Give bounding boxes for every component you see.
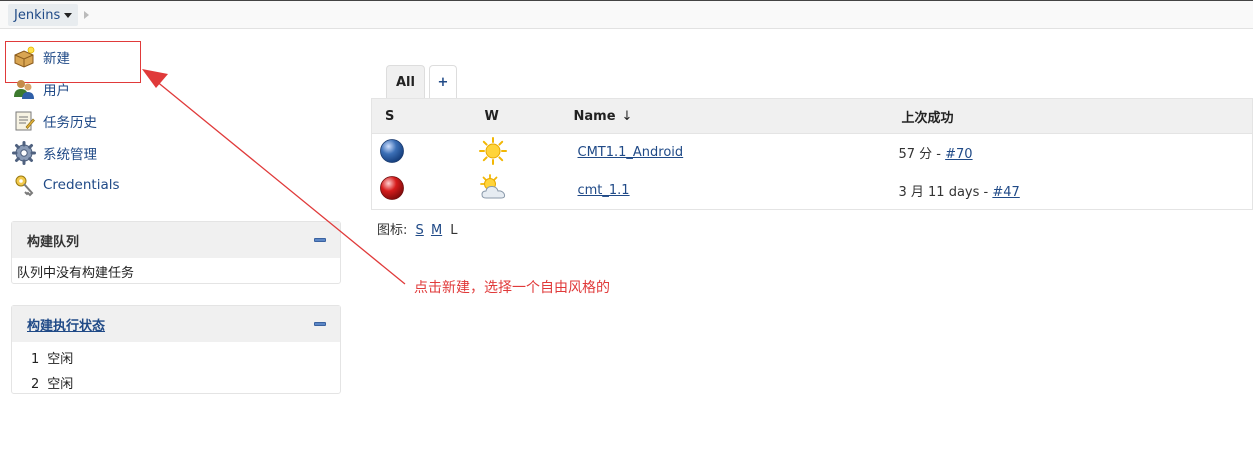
task-manage-jenkins[interactable]: 系统管理 [12, 141, 97, 165]
task-users[interactable]: 用户 [12, 77, 70, 101]
breadcrumb-jenkins[interactable]: Jenkins [8, 4, 79, 26]
credentials-icon [15, 175, 34, 197]
icon-size-label: 图标: [377, 223, 408, 238]
breadcrumb-bar: Jenkins [0, 0, 1253, 29]
table-row: CMT1.1_Android 57 分 - #70 [372, 134, 1253, 172]
task-credentials[interactable]: Credentials [12, 173, 120, 197]
executors-pane: 构建执行状态 1 空闲 2 空闲 [11, 305, 341, 394]
executor-row: 2 空闲 [12, 370, 340, 395]
task-credentials-label: Credentials [43, 177, 120, 193]
build-link[interactable]: #47 [992, 185, 1019, 200]
annotation-text: 点击新建，选择一个自由风格的 [414, 280, 610, 296]
tab-add-view[interactable]: + [429, 65, 457, 99]
column-header-weather[interactable]: W [472, 98, 563, 134]
executor-status: 空闲 [47, 377, 74, 392]
status-red-ball-icon [380, 176, 404, 201]
collapse-icon[interactable] [314, 238, 326, 242]
build-queue-empty-text: 队列中没有构建任务 [17, 266, 135, 281]
icon-size-large-current: L [450, 223, 458, 238]
new-item-icon [14, 46, 35, 68]
build-queue-pane: 构建队列 队列中没有构建任务 [11, 221, 341, 284]
task-manage-jenkins-label: 系统管理 [43, 147, 97, 163]
task-new-item[interactable]: 新建 [12, 45, 70, 69]
column-header-last-success[interactable]: 上次成功 [891, 98, 1253, 134]
history-icon [15, 111, 35, 131]
status-blue-ball-icon [380, 138, 404, 163]
tab-all[interactable]: All [386, 65, 425, 99]
icon-size-medium-link[interactable]: M [431, 223, 442, 238]
executors-header: 构建执行状态 [12, 306, 340, 342]
weather-partly-cloudy-icon [479, 174, 505, 199]
task-build-history-label: 任务历史 [43, 115, 97, 131]
executor-number: 1 [31, 352, 40, 367]
executor-number: 2 [31, 377, 40, 392]
weather-sunny-icon [478, 136, 507, 165]
gear-icon [12, 141, 36, 165]
job-link[interactable]: CMT1.1_Android [578, 145, 684, 160]
breadcrumb-jenkins-label: Jenkins [14, 7, 61, 23]
build-queue-body: 队列中没有构建任务 [12, 258, 340, 285]
chevron-down-icon[interactable] [64, 12, 73, 18]
column-header-name[interactable]: Name ↓ [562, 98, 892, 134]
task-build-history[interactable]: 任务历史 [12, 109, 97, 133]
task-new-item-label: 新建 [43, 51, 70, 67]
icon-size-small-link[interactable]: S [416, 223, 424, 238]
executor-status: 空闲 [47, 352, 74, 367]
job-link[interactable]: cmt_1.1 [578, 183, 630, 198]
last-success-text: 3 月 11 days - [898, 184, 993, 200]
build-link[interactable]: #70 [945, 147, 972, 162]
icon-size-legend: 图标: S M L [377, 219, 458, 238]
column-header-status[interactable]: S [371, 98, 473, 134]
last-success-text: 57 分 - [898, 147, 946, 163]
sort-down-icon: ↓ [621, 108, 633, 124]
executor-row: 1 空闲 [12, 345, 340, 370]
users-icon [14, 80, 34, 99]
build-queue-header: 构建队列 [12, 222, 340, 258]
breadcrumb-separator-icon [84, 11, 89, 19]
task-users-label: 用户 [43, 83, 70, 99]
executors-title-link[interactable]: 构建执行状态 [27, 315, 105, 334]
table-row: cmt_1.1 3 月 11 days - #47 [372, 172, 1253, 210]
table-header-row: S W Name ↓ 上次成功 [371, 98, 1253, 134]
executors-body: 1 空闲 2 空闲 [12, 342, 340, 398]
project-table: S W Name ↓ 上次成功 CMT1.1_Android 57 分 - #7… [371, 98, 1253, 210]
build-queue-title: 构建队列 [27, 234, 80, 250]
collapse-icon[interactable] [314, 322, 326, 326]
